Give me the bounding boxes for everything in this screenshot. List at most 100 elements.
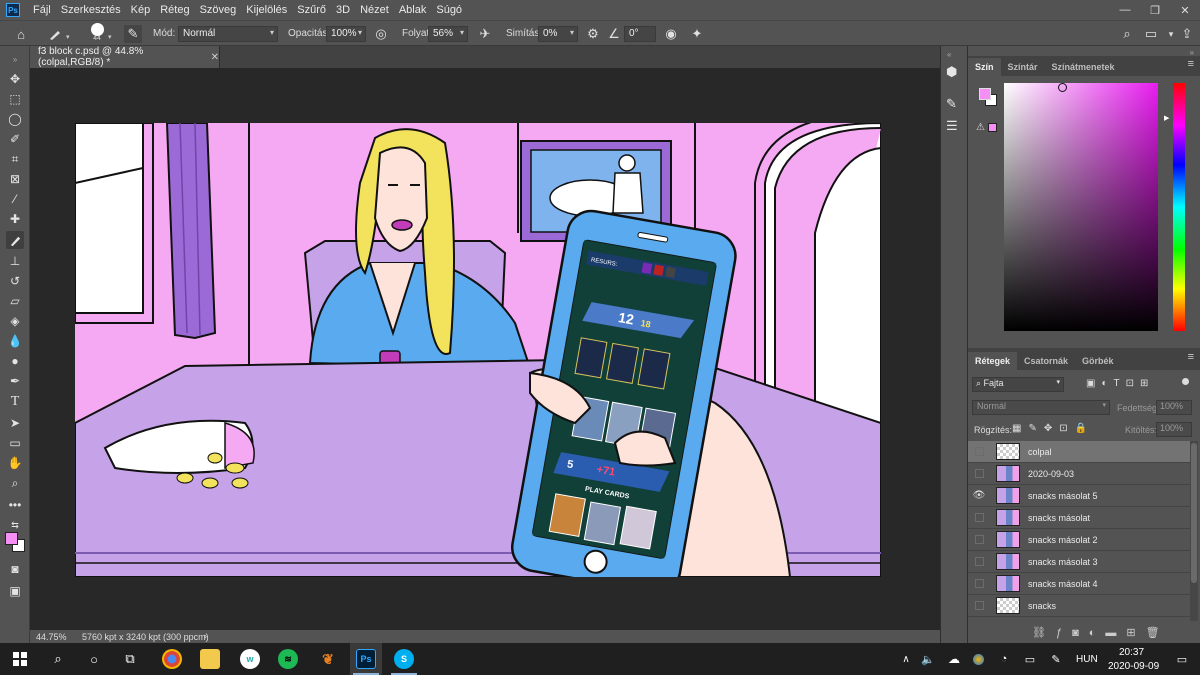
layer-row[interactable]: colpal bbox=[968, 441, 1190, 463]
layer-opacity-input[interactable]: 100% bbox=[1156, 400, 1192, 415]
document-tab[interactable]: f3 block c.psd @ 44.8% (colpal,RGB/8) * … bbox=[30, 46, 220, 68]
new-group-icon[interactable]: ▬ bbox=[1105, 627, 1126, 639]
language-indicator[interactable]: HUN bbox=[1076, 654, 1098, 665]
cortana-icon[interactable]: ○ bbox=[84, 649, 104, 669]
visibility-toggle[interactable] bbox=[968, 529, 990, 551]
menu-3d[interactable]: 3D bbox=[331, 4, 355, 16]
visibility-toggle[interactable] bbox=[968, 441, 990, 463]
saturation-brightness-field[interactable] bbox=[1004, 83, 1158, 331]
pen-icon[interactable]: ✎ bbox=[1046, 649, 1066, 669]
pressure-opacity-icon[interactable]: ◎ bbox=[372, 25, 390, 43]
clock-date[interactable]: 2020-09-09 bbox=[1108, 661, 1159, 672]
tray-app-icon[interactable] bbox=[968, 649, 988, 669]
rectangle-tool-icon[interactable]: ▭ bbox=[6, 434, 24, 452]
brush-size-picker[interactable]: 44 bbox=[88, 23, 106, 42]
canvas-area[interactable]: RESURS: 12 18 5 +71 PLAY CARDS bbox=[30, 68, 940, 630]
status-menu-arrow-icon[interactable]: › bbox=[204, 631, 207, 641]
eraser-tool-icon[interactable]: ▱ bbox=[6, 292, 24, 310]
menu-file[interactable]: Fájl bbox=[28, 4, 56, 16]
artwork-canvas[interactable]: RESURS: 12 18 5 +71 PLAY CARDS bbox=[75, 123, 881, 577]
gear-icon[interactable]: ⚙ bbox=[584, 25, 602, 43]
task-view-icon[interactable]: ⧉ bbox=[120, 649, 140, 669]
tab-layers[interactable]: Rétegek bbox=[968, 352, 1018, 370]
blur-tool-icon[interactable]: 💧 bbox=[6, 332, 24, 350]
layer-row[interactable]: snacks másolat bbox=[968, 507, 1190, 529]
windows-start-icon[interactable] bbox=[10, 649, 30, 669]
brush-settings-panel-icon[interactable]: ✎ bbox=[946, 96, 957, 112]
dodge-tool-icon[interactable]: ● bbox=[6, 352, 24, 370]
layer-filter-icons[interactable]: ▣◐T⊡⊞ bbox=[1086, 378, 1154, 389]
3d-panel-icon[interactable]: ⬢ bbox=[946, 64, 957, 80]
notifications-icon[interactable]: ▭ bbox=[1172, 649, 1192, 669]
menu-image[interactable]: Kép bbox=[126, 4, 156, 16]
photoshop-icon[interactable]: Ps bbox=[356, 649, 376, 669]
brush-settings-icon[interactable]: ✎ bbox=[124, 25, 142, 43]
brush-tool-icon[interactable] bbox=[6, 231, 24, 249]
visibility-toggle[interactable] bbox=[968, 595, 990, 617]
paint-bucket-tool-icon[interactable]: ◈ bbox=[6, 312, 24, 330]
mode-select[interactable]: Normál ▾ bbox=[178, 26, 278, 42]
collapse-panels-icon[interactable]: « bbox=[947, 50, 951, 59]
menu-view[interactable]: Nézet bbox=[355, 4, 394, 16]
spotify-icon[interactable]: ≋ bbox=[278, 649, 298, 669]
layer-row[interactable]: snacks másolat 4 bbox=[968, 573, 1190, 595]
chevron-down-icon[interactable]: ▾ bbox=[108, 33, 112, 41]
file-explorer-icon[interactable] bbox=[200, 649, 220, 669]
opacity-input[interactable]: 100% ▾ bbox=[326, 26, 366, 42]
search-icon[interactable]: ⌕ bbox=[1118, 25, 1136, 43]
chevron-up-icon[interactable]: ∧ bbox=[896, 649, 916, 669]
pressure-size-icon[interactable]: ◉ bbox=[662, 25, 680, 43]
hue-slider-handle[interactable]: ▶ bbox=[1164, 114, 1169, 122]
panel-menu-icon[interactable]: ≡ bbox=[1188, 351, 1194, 363]
wifi-icon[interactable]: ◔ bbox=[994, 649, 1014, 669]
eye-icon[interactable]: 👁 bbox=[968, 485, 990, 507]
frame-tool-icon[interactable]: ⊠ bbox=[6, 170, 24, 188]
move-tool-icon[interactable]: ✥ bbox=[6, 70, 24, 88]
screen-mode-icon[interactable]: ▣ bbox=[6, 582, 24, 600]
tab-color[interactable]: Szín bbox=[968, 58, 1001, 76]
delete-layer-icon[interactable]: 🗑 bbox=[1146, 627, 1170, 639]
tab-gradients[interactable]: Színátmenetek bbox=[1045, 58, 1122, 76]
layer-row[interactable]: 2020-09-03 bbox=[968, 463, 1190, 485]
menu-select[interactable]: Kijelölés bbox=[241, 4, 292, 16]
blend-mode-select[interactable]: Normál ▾ bbox=[972, 400, 1110, 415]
layer-filter-select[interactable]: ⌕ Fajta ▾ bbox=[972, 377, 1064, 392]
history-brush-tool-icon[interactable]: ↺ bbox=[6, 272, 24, 290]
layer-fill-input[interactable]: 100% bbox=[1156, 422, 1192, 437]
battery-icon[interactable]: ▭ bbox=[1020, 649, 1040, 669]
volume-icon[interactable]: 🔈 bbox=[918, 649, 938, 669]
minimize-button[interactable]: — bbox=[1110, 0, 1140, 20]
tab-channels[interactable]: Csatornák bbox=[1017, 352, 1075, 370]
butterfly-app-icon[interactable]: ❦ bbox=[318, 649, 338, 669]
lock-icons[interactable]: ▦✎✥⊡🔒 bbox=[1012, 423, 1094, 434]
angle-input[interactable]: 0° bbox=[624, 26, 656, 42]
marquee-tool-icon[interactable]: ⬚ bbox=[6, 90, 24, 108]
layer-row[interactable]: 👁 snacks másolat 5 bbox=[968, 485, 1190, 507]
chrome-icon[interactable] bbox=[162, 649, 182, 669]
adjustments-panel-icon[interactable]: ☰ bbox=[946, 118, 958, 134]
tab-swatches[interactable]: Színtár bbox=[1001, 58, 1045, 76]
pen-tool-icon[interactable]: ✒ bbox=[6, 372, 24, 390]
restore-button[interactable]: ❐ bbox=[1140, 0, 1170, 20]
filter-toggle-icon[interactable] bbox=[1182, 378, 1189, 385]
search-icon[interactable]: ⌕ bbox=[48, 649, 68, 669]
chevron-down-icon[interactable]: ▾ bbox=[66, 33, 70, 41]
menu-edit[interactable]: Szerkesztés bbox=[56, 4, 126, 16]
menu-layer[interactable]: Réteg bbox=[155, 4, 194, 16]
type-tool-icon[interactable]: T bbox=[6, 393, 24, 411]
layer-row[interactable]: snacks másolat 3 bbox=[968, 551, 1190, 573]
path-selection-tool-icon[interactable]: ➤ bbox=[6, 414, 24, 432]
clock-time[interactable]: 20:37 bbox=[1119, 647, 1144, 658]
zoom-tool-icon[interactable]: ⌕ bbox=[6, 474, 24, 492]
home-icon[interactable]: ⌂ bbox=[12, 25, 30, 43]
add-mask-icon[interactable]: ◙ bbox=[1072, 627, 1089, 639]
menu-type[interactable]: Szöveg bbox=[195, 4, 242, 16]
quick-mask-icon[interactable]: ◙ bbox=[6, 560, 24, 578]
skype-icon[interactable]: S bbox=[394, 649, 414, 669]
wattpad-icon[interactable]: w bbox=[240, 649, 260, 669]
symmetry-icon[interactable]: ✦ bbox=[688, 25, 706, 43]
color-panel-foreground-swatch[interactable] bbox=[979, 88, 991, 100]
close-window-button[interactable]: ✕ bbox=[1170, 0, 1200, 20]
airbrush-icon[interactable]: ✈ bbox=[476, 25, 494, 43]
hand-tool-icon[interactable]: ✋ bbox=[6, 454, 24, 472]
